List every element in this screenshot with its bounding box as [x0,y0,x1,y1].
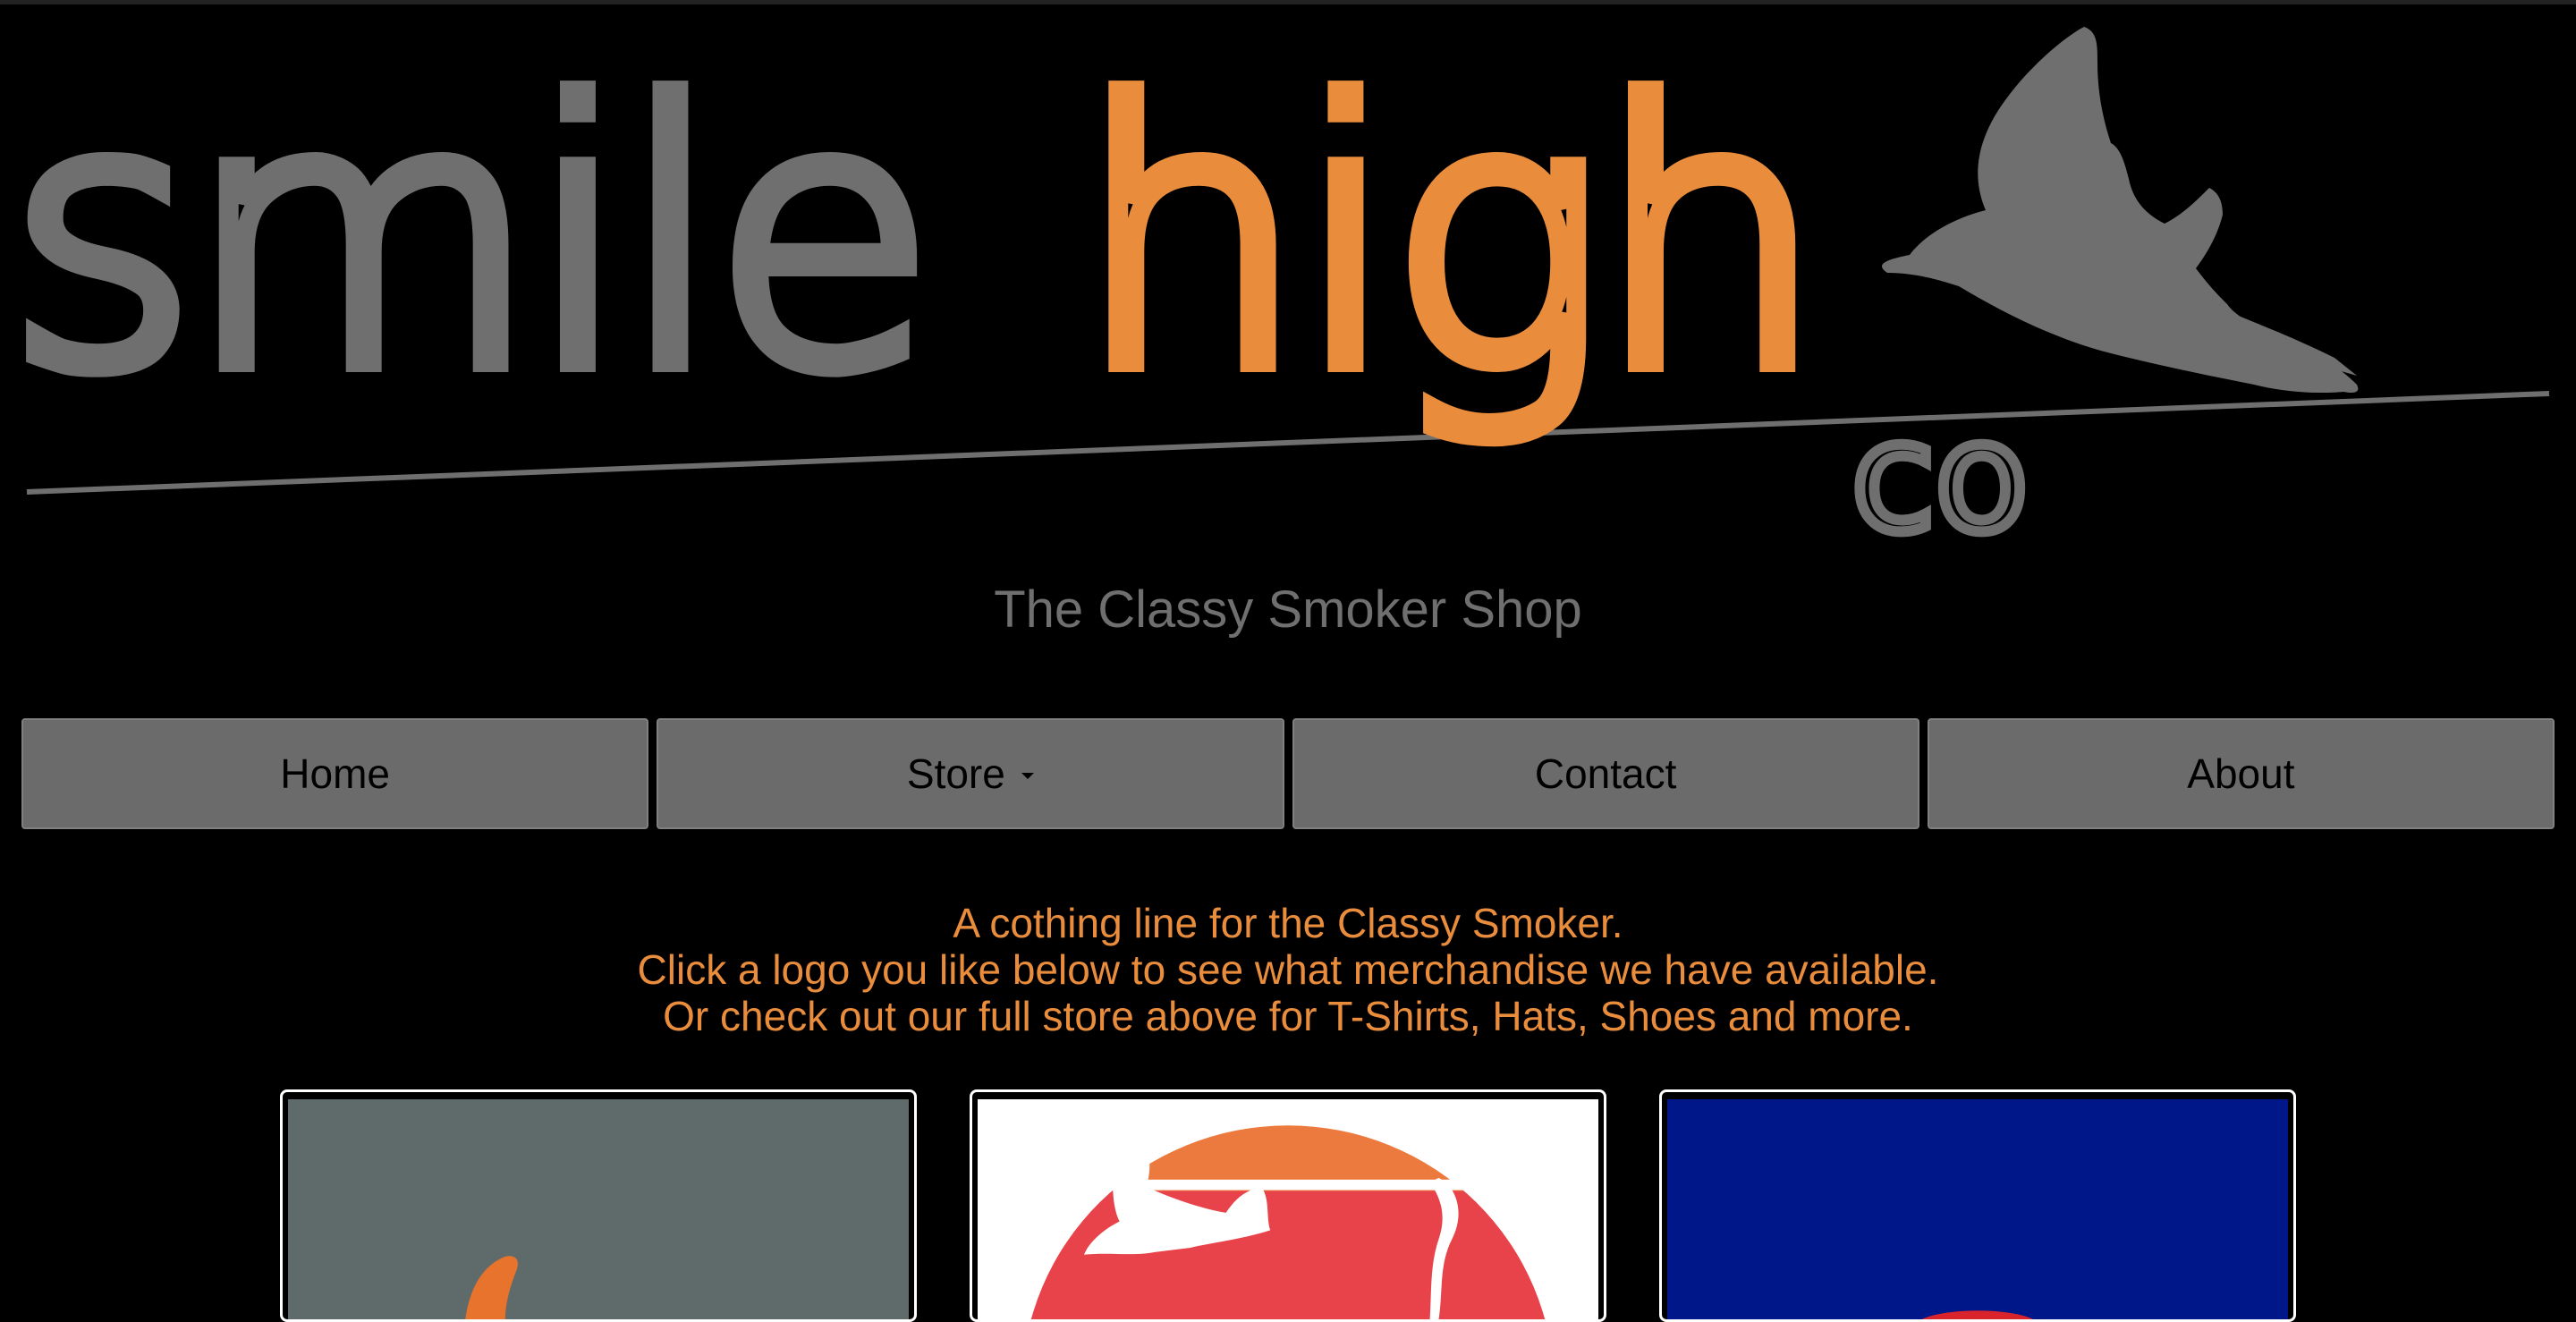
site-tagline: The Classy Smoker Shop [994,580,1582,639]
chevron-down-icon [1021,772,1034,779]
intro-text: A cothing line for the Classy Smoker. Cl… [0,900,2576,1039]
logo-tile-gray-image [288,1099,909,1319]
nav-contact-label: Contact [1534,750,1677,797]
nav-home[interactable]: Home [21,718,649,829]
logo-gallery [0,1089,2576,1322]
nav-store[interactable]: Store [657,718,1284,829]
nav-about-label: About [2187,750,2295,797]
logo-tile-gray[interactable] [280,1089,917,1322]
site-logo[interactable]: smile high co [0,0,2576,555]
sunset-bird-icon [978,1125,1598,1319]
logo-tile-blue-image [1667,1099,2288,1319]
orange-bird-icon [465,1256,518,1319]
intro-line-3: Or check out our full store above for T-… [663,993,1913,1039]
bird-icon [1882,27,2359,394]
nav-contact[interactable]: Contact [1292,718,1919,829]
intro-line-1: A cothing line for the Classy Smoker. [953,900,1623,946]
red-circle-icon [1921,1310,2034,1319]
smilehigh-logo: smile high co [0,21,2550,555]
logo-word-co: co [1852,389,2028,555]
logo-tile-sunset[interactable] [970,1089,1606,1322]
intro-line-2: Click a logo you like below to see what … [637,946,1939,993]
logo-tile-blue[interactable] [1659,1089,2296,1322]
main-nav: Home Store Contact About [21,718,2555,829]
logo-tile-sunset-image [978,1099,1598,1319]
nav-home-label: Home [280,750,390,797]
nav-about[interactable]: About [1927,718,2555,829]
nav-store-label: Store [906,750,1005,797]
logo-word-high: high [1078,31,1817,447]
logo-word-smile: smile [9,31,927,447]
